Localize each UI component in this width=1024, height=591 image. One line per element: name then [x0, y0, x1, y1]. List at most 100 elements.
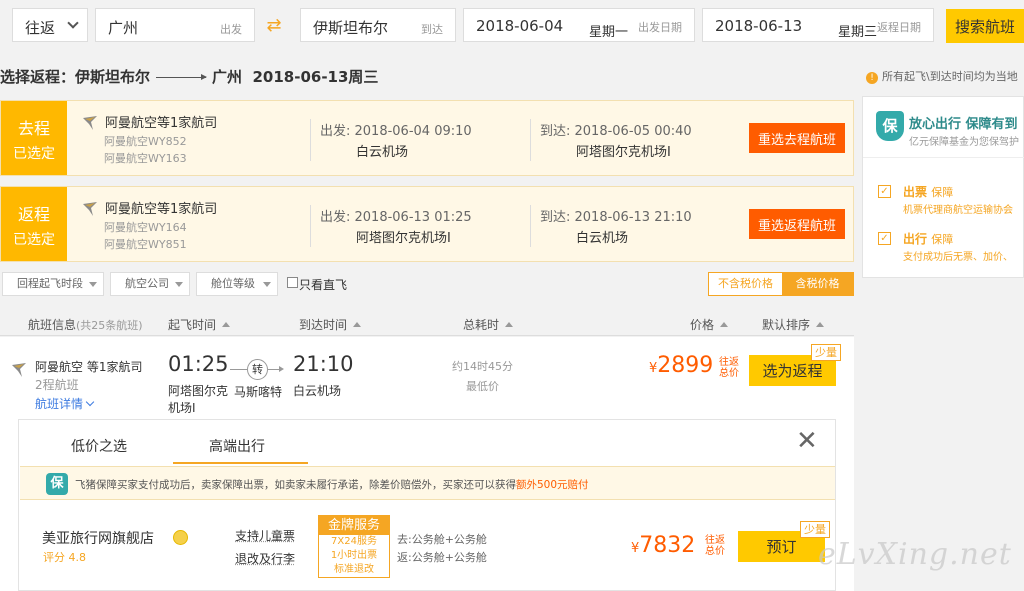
gold-service-badge: 金牌服务 7X24服务 1小时出票 标准退改 [318, 515, 390, 578]
to-hint: 到达 [421, 23, 443, 36]
tax-included-option[interactable]: 含税价格 [782, 273, 853, 295]
to-city-input[interactable]: 伊斯坦布尔 到达 [300, 8, 456, 42]
airline-filter[interactable]: 航空公司 [110, 272, 190, 296]
flight-dep-airport-line2: 机场I [168, 401, 196, 415]
inbound-airline: 阿曼航空等1家航司 [105, 202, 218, 217]
sort-arr-time[interactable]: 到达时间 [299, 316, 362, 333]
trip-type-select[interactable]: 往返 [12, 8, 88, 42]
ticket-guarantee-tag: 保障 [931, 186, 954, 199]
route-return-cabin: 返:公务舱+公务舱 [397, 551, 487, 564]
tax-toggle: 不含税价格 含税价格 [708, 272, 854, 296]
reselect-outbound-button[interactable]: 重选去程航班 [749, 123, 845, 153]
sort-up-icon [353, 322, 362, 327]
sort-duration-label: 总耗时 [463, 318, 500, 332]
reselect-inbound-button[interactable]: 重选返程航班 [749, 209, 845, 239]
offers-panel: 低价之选 高端出行 ✕ 保 飞猪保障买家支付成功后，卖家保障出票，如卖家未履行承… [18, 419, 836, 591]
inbound-flight-2: 阿曼航空WY851 [104, 238, 187, 251]
return-weekday: 星期三 [837, 25, 877, 40]
travel-guarantee-tag: 保障 [931, 233, 954, 246]
inbound-tag-title: 返程 [17, 205, 50, 224]
return-date-input[interactable]: 2018-06-13 星期三 返程日期 [702, 8, 934, 42]
depart-weekday: 星期一 [588, 25, 628, 40]
return-hint: 返程日期 [877, 21, 921, 34]
depart-date-input[interactable]: 2018-06-04 星期一 出发日期 [463, 8, 695, 42]
search-bar: 往返 广州 出发 ⇄ 伊斯坦布尔 到达 2018-06-04 星期一 出发日期 … [0, 0, 1024, 50]
close-icon[interactable]: ✕ [796, 428, 818, 454]
flight-legs: 2程航班 [35, 378, 79, 392]
few-seats-badge: 少量 [811, 344, 841, 361]
dep-time-filter[interactable]: 回程起飞时段 [2, 272, 104, 296]
outbound-tag-status: 已选定 [13, 146, 55, 162]
sort-price[interactable]: 价格 [690, 316, 729, 333]
from-city-input[interactable]: 广州 出发 [95, 8, 255, 42]
airline-logo-icon [12, 363, 26, 377]
travel-guarantee-heading: 出行 保障 [903, 230, 953, 247]
route-outbound-cabin: 去:公务舱+公务舱 [397, 533, 487, 546]
price-note: 往返总价 [719, 357, 739, 379]
flight-arr-airport: 白云机场 [293, 384, 342, 398]
inbound-arr-airport: 白云机场 [576, 231, 629, 246]
tax-excluded-option[interactable]: 不含税价格 [709, 273, 782, 295]
shop-name[interactable]: 美亚旅行网旗舰店 [42, 528, 154, 548]
sort-dep-time-label: 起飞时间 [168, 318, 217, 332]
return-title: 选择返程：伊斯坦布尔 广州 2018-06-13周三 [0, 66, 378, 87]
outbound-tag: 去程 已选定 [1, 101, 67, 175]
arrow-right-icon [279, 366, 284, 372]
search-flights-button[interactable]: 搜索航班 [946, 9, 1024, 43]
guarantee-text: 飞猪保障买家支付成功后，卖家保障出票，如卖家未履行承诺，除差价赔偿外，买家还可以… [75, 477, 589, 492]
tab-premium[interactable]: 高端出行 [209, 436, 265, 456]
offer-price-value: 7832 [639, 533, 696, 558]
sort-up-icon [222, 322, 231, 327]
travel-guarantee-title: 出行 [903, 232, 928, 246]
chevron-down-icon [67, 17, 79, 29]
flight-duration: 约14时45分 [452, 360, 513, 373]
return-title-prefix: 选择返程：伊斯坦布尔 [0, 68, 151, 86]
sort-dep-time[interactable]: 起飞时间 [168, 316, 231, 333]
flight-price: ¥2899 [649, 353, 713, 378]
divider [530, 205, 531, 247]
divider [310, 119, 311, 161]
child-ticket-feature[interactable]: 支持儿童票 [235, 527, 295, 544]
arrow-right-icon [156, 74, 208, 80]
header-count: (共25条航班) [76, 319, 143, 332]
ticket-guarantee-desc: 机票代理商航空运输协会 [903, 205, 1013, 216]
refund-baggage-feature[interactable]: 退改及行李 [235, 550, 295, 567]
offer-price-note: 往返总价 [705, 535, 725, 557]
sort-up-icon [816, 322, 825, 327]
check-icon: ✓ [878, 185, 891, 198]
sort-default[interactable]: 默认排序 [762, 316, 825, 333]
divider [530, 119, 531, 161]
airline-logo-icon [83, 202, 97, 216]
direct-only-label: 只看直飞 [299, 278, 348, 292]
outbound-arr-airport: 阿塔图尔克机场I [576, 145, 671, 160]
from-hint: 出发 [220, 23, 242, 36]
swap-icon[interactable]: ⇄ [263, 17, 285, 35]
shield-icon: 保 [876, 111, 904, 141]
outbound-flight-1: 阿曼航空WY852 [104, 135, 187, 148]
sort-duration[interactable]: 总耗时 [463, 316, 514, 333]
sort-up-icon [720, 322, 729, 327]
cabin-filter[interactable]: 舱位等级 [196, 272, 278, 296]
flight-details-link[interactable]: 航班详情 [35, 395, 93, 412]
tab-low-price[interactable]: 低价之选 [71, 436, 127, 456]
outbound-arr-label: 到达: 2018-06-05 00:40 [540, 124, 692, 139]
sort-arr-time-label: 到达时间 [299, 318, 348, 332]
results-header: 航班信息(共25条航班) 起飞时间 到达时间 总耗时 价格 默认排序 [0, 310, 854, 336]
depart-date-value: 2018-06-04 [476, 17, 564, 35]
header-info-label: 航班信息 [28, 318, 77, 332]
guarantee-text-main: 飞猪保障买家支付成功后，卖家保障出票，如卖家未履行承诺，除差价赔偿外，买家还可以… [75, 479, 516, 491]
direct-only-checkbox[interactable] [287, 277, 298, 288]
inbound-flight-1: 阿曼航空WY164 [104, 221, 187, 234]
divider [863, 157, 1024, 158]
info-icon: ! [866, 72, 878, 84]
price-value: 2899 [657, 353, 714, 378]
trip-type-value: 往返 [25, 19, 56, 37]
shop-badge-icon [173, 530, 188, 545]
guarantee-subtitle: 亿元保障基金为您保驾护 [909, 137, 1019, 148]
return-title-dest: 广州 [212, 68, 243, 86]
flight-airline: 阿曼航空 等1家航司 [35, 360, 143, 374]
flight-dep-time: 01:25 [168, 352, 229, 376]
guarantee-card: 保 放心出行 保障有到 亿元保障基金为您保驾护 ✓ 出票 保障 机票代理商航空运… [862, 96, 1024, 278]
timezone-note-text: 所有起飞\到达时间均为当地 [882, 70, 1018, 83]
outbound-dep-airport: 白云机场 [356, 145, 409, 160]
